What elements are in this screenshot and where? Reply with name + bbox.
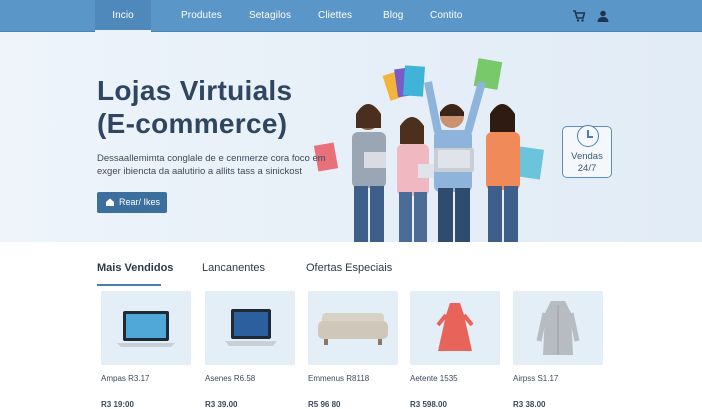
hero-title-line-2: (E-commerce) bbox=[97, 108, 288, 139]
product-card[interactable] bbox=[308, 291, 398, 409]
active-tab-underline bbox=[97, 284, 161, 286]
dress-icon bbox=[436, 303, 474, 351]
product-card[interactable] bbox=[205, 291, 295, 409]
product-name[interactable]: Aetente 1535 bbox=[410, 374, 458, 383]
product-price: R3 38.00 bbox=[513, 400, 546, 409]
product-name[interactable]: Ampas R3.17 bbox=[101, 374, 149, 383]
nav-item-contato[interactable]: Contito bbox=[430, 0, 462, 32]
nav-item-blog[interactable]: Blog bbox=[383, 0, 403, 32]
product-card[interactable] bbox=[410, 291, 500, 409]
nav-item-clientes[interactable]: Cliettes bbox=[318, 0, 352, 32]
hero-cta-label: Rear/ Ikes bbox=[119, 197, 161, 207]
hero-desc-line-2: exger ibiencta da aalutirio a allits tas… bbox=[97, 166, 302, 177]
hero-desc-line-1: Dessaallemimta conglale de e cenmerze co… bbox=[97, 153, 326, 164]
nav-item-produtos[interactable]: Produtes bbox=[181, 0, 222, 32]
user-icon[interactable] bbox=[596, 9, 610, 23]
cart-icon[interactable] bbox=[572, 9, 586, 23]
product-price: R3 39.00 bbox=[205, 400, 238, 409]
product-card[interactable] bbox=[101, 291, 191, 409]
clock-icon bbox=[577, 125, 599, 147]
nav-item-inicio[interactable]: Incio bbox=[95, 0, 151, 32]
coat-icon bbox=[536, 301, 580, 355]
sales-badge: Vendas 24/7 bbox=[562, 125, 612, 178]
sofa-icon bbox=[318, 313, 388, 345]
badge-line-2: 24/7 bbox=[577, 163, 597, 174]
product-name[interactable]: Emmenus R8118 bbox=[308, 374, 369, 383]
product-price: R3 598.00 bbox=[410, 400, 447, 409]
hero-title-line-1: Lojas Virtuials bbox=[97, 75, 293, 106]
shoppers-illustration bbox=[313, 58, 544, 242]
badge-line-1: Vendas bbox=[571, 151, 603, 162]
product-name[interactable]: Airpss S1.17 bbox=[513, 374, 558, 383]
laptop-icon bbox=[117, 311, 175, 347]
product-price: R3 19:00 bbox=[101, 400, 134, 409]
product-price: R5 96 80 bbox=[308, 400, 341, 409]
product-name[interactable]: Asenes R6.58 bbox=[205, 374, 255, 383]
tab-lancamentos[interactable]: Lancanentes bbox=[202, 262, 265, 274]
top-nav: Incio Produtes Setagilos Cliettes Blog C… bbox=[0, 0, 702, 32]
hero-cta-button[interactable]: Rear/ Ikes bbox=[97, 192, 167, 213]
laptop-icon bbox=[225, 309, 277, 346]
product-card[interactable] bbox=[513, 291, 603, 409]
tab-ofertas-especiais[interactable]: Ofertas Especiais bbox=[306, 262, 392, 274]
nav-item-categorias[interactable]: Setagilos bbox=[249, 0, 291, 32]
hero-title: Lojas Virtuials (E-commerce) bbox=[97, 74, 292, 140]
hero-description: Dessaallemimta conglale de e cenmerze co… bbox=[97, 152, 357, 178]
home-icon bbox=[106, 198, 114, 206]
tab-mais-vendidos[interactable]: Mais Vendidos bbox=[97, 262, 173, 274]
